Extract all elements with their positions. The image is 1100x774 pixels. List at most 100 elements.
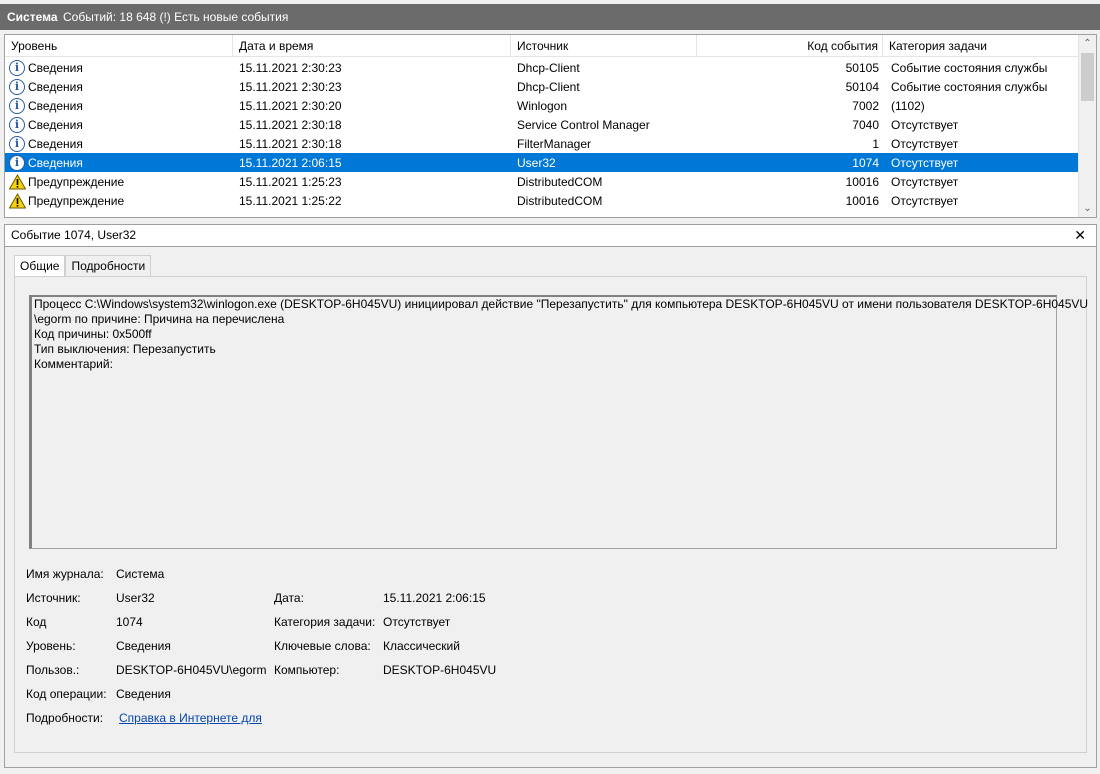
event-detail-pane: Событие 1074, User32 ✕ Общие Подробности… [4, 224, 1097, 768]
row-source: Dhcp-Client [517, 79, 580, 94]
event-row[interactable]: Предупреждение 15.11.2021 1:25:23 Distribu… [5, 172, 1079, 191]
grid-scrollbar[interactable]: ⌃ ⌄ [1078, 35, 1096, 217]
code-label: Код [26, 615, 47, 629]
event-row[interactable]: i Сведения 15.11.2021 2:30:23 Dhcp-Client 50… [5, 58, 1079, 77]
row-level-text: Сведения [28, 155, 83, 170]
row-category: Отсутствует [891, 117, 959, 132]
row-level: Предупреждение [5, 192, 233, 209]
log-name-label: Имя журнала: [26, 567, 104, 581]
more-info-label: Подробности: [26, 711, 104, 725]
close-icon[interactable]: ✕ [1074, 227, 1086, 244]
row-source: Dhcp-Client [517, 60, 580, 75]
event-row[interactable]: i Сведения 15.11.2021 2:06:15 User32 1074 Отс… [5, 153, 1079, 172]
keywords-value: Классический [383, 639, 460, 653]
column-header-level[interactable]: Уровень [5, 35, 233, 57]
message-line: Процесс C:\Windows\system32\winlogon.exe… [34, 297, 1089, 311]
tab-panel-general: Процесс C:\Windows\system32\winlogon.exe… [14, 276, 1089, 753]
row-level: i Сведения [5, 135, 233, 152]
opcode-value: Сведения [116, 687, 171, 701]
message-line: Тип выключения: Перезапустить [34, 342, 216, 356]
source-value: User32 [116, 591, 155, 605]
row-category: Отсутствует [891, 174, 959, 189]
row-level-text: Сведения [28, 98, 83, 113]
events-grid[interactable]: Уровень Дата и время Источник Код событи… [4, 34, 1097, 218]
row-date: 15.11.2021 1:25:22 [239, 193, 342, 208]
tab-details[interactable]: Подробности [65, 255, 152, 277]
computer-label: Компьютер: [274, 663, 340, 677]
row-category: Отсутствует [891, 136, 959, 151]
event-row[interactable]: i Сведения 15.11.2021 2:30:23 Dhcp-Client 50… [5, 77, 1079, 96]
row-code: 10016 [845, 174, 879, 189]
row-level: i Сведения [5, 97, 233, 114]
warning-icon [9, 173, 26, 189]
row-category: (1102) [891, 98, 925, 113]
row-code: 7002 [852, 98, 879, 113]
row-source: FilterManager [517, 136, 592, 151]
column-header-date[interactable]: Дата и время [233, 35, 511, 57]
info-icon: i [9, 97, 25, 114]
row-date: 15.11.2021 1:25:23 [239, 174, 342, 189]
row-level: i Сведения [5, 116, 233, 133]
row-category: Отсутствует [891, 193, 959, 208]
scroll-down-icon[interactable]: ⌄ [1079, 200, 1096, 217]
row-code: 10016 [845, 193, 879, 208]
computer-value: DESKTOP-6H045VU [383, 663, 497, 677]
row-category: Событие состояния службы [891, 60, 1048, 75]
warning-icon [9, 192, 26, 208]
info-icon: i [9, 154, 25, 171]
column-header-code[interactable]: Код события [697, 35, 883, 57]
event-row[interactable]: i Сведения 15.11.2021 2:30:20 Winlogon 7002 (… [5, 96, 1079, 115]
code-value: 1074 [116, 615, 143, 629]
log-name-value: Система [116, 567, 165, 581]
row-code: 50105 [845, 60, 879, 75]
row-level: i Сведения [5, 154, 233, 171]
info-icon: i [9, 59, 25, 76]
column-header-category[interactable]: Категория задачи [883, 35, 1079, 57]
row-date: 15.11.2021 2:30:18 [239, 117, 342, 132]
user-value: DESKTOP-6H045VU\egorm [116, 663, 267, 677]
event-message[interactable]: Процесс C:\Windows\system32\winlogon.exe… [29, 295, 1089, 549]
source-label: Источник: [26, 591, 81, 605]
scroll-thumb[interactable] [1081, 53, 1094, 101]
row-source: User32 [517, 155, 556, 170]
grid-rows: i Сведения 15.11.2021 2:30:23 Dhcp-Client 50… [5, 58, 1079, 210]
scroll-up-icon[interactable]: ⌃ [1079, 35, 1096, 52]
event-count: Событий: 18 648 (!) Есть новые события [63, 10, 289, 24]
date-label: Дата: [274, 591, 304, 605]
category-label: Категория задачи: [274, 615, 376, 629]
row-category: Событие состояния службы [891, 79, 1048, 94]
event-detail-title: Событие 1074, User32 [5, 225, 1096, 247]
column-header-source[interactable]: Источник [511, 35, 697, 57]
row-source: Winlogon [517, 98, 568, 113]
row-level-text: Сведения [28, 79, 83, 94]
info-icon: i [9, 135, 25, 152]
row-date: 15.11.2021 2:30:18 [239, 136, 342, 151]
event-row[interactable]: i Сведения 15.11.2021 2:30:18 Service Contr… [5, 115, 1079, 134]
row-date: 15.11.2021 2:30:23 [239, 60, 342, 75]
row-level-text: Предупреждение [28, 193, 125, 208]
message-line: Комментарий: [34, 357, 113, 371]
message-line: Код причины: 0x500ff [34, 327, 152, 341]
opcode-label: Код операции: [26, 687, 107, 701]
log-name: Система [7, 10, 58, 24]
online-help-link[interactable]: Справка в Интернете для [119, 711, 262, 725]
log-titlebar: Система Событий: 18 648 (!) Есть новые с… [0, 0, 1100, 30]
date-value: 15.11.2021 2:06:15 [383, 591, 486, 605]
event-row[interactable]: i Сведения 15.11.2021 2:30:18 FilterManager… [5, 134, 1079, 153]
row-code: 1 [872, 136, 879, 151]
row-level: Предупреждение [5, 173, 233, 190]
event-row[interactable]: Предупреждение 15.11.2021 1:25:22 Distribu… [5, 191, 1079, 210]
keywords-label: Ключевые слова: [274, 639, 371, 653]
row-code: 1074 [852, 155, 879, 170]
row-code: 50104 [845, 79, 879, 94]
message-line: \egorm по причине: Причина на перечислен… [34, 312, 285, 326]
row-level: i Сведения [5, 59, 233, 76]
row-level-text: Сведения [28, 60, 83, 75]
info-icon: i [9, 116, 25, 133]
row-date: 15.11.2021 2:30:20 [239, 98, 342, 113]
tab-general[interactable]: Общие [14, 255, 66, 278]
user-label: Пользов.: [26, 663, 80, 677]
row-level-text: Предупреждение [28, 174, 125, 189]
detail-tabs: Общие Подробности [14, 255, 152, 278]
row-level-text: Сведения [28, 136, 83, 151]
